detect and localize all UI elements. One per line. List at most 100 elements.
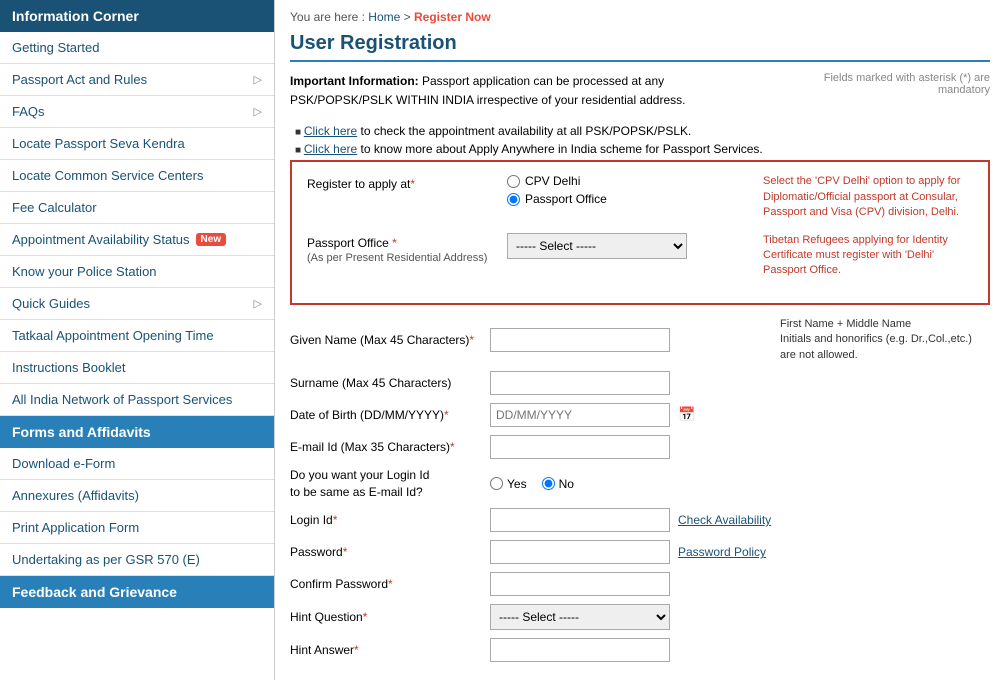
confirm-password-row: Confirm Password* — [290, 572, 990, 596]
sidebar-item-quick-guides[interactable]: Quick Guides ▷ — [0, 288, 274, 320]
info-link-2: Click here to know more about Apply Anyw… — [295, 142, 990, 156]
sidebar-item-label: Undertaking as per GSR 570 (E) — [12, 552, 200, 567]
sidebar-item-label: Quick Guides — [12, 296, 90, 311]
click-here-link-1[interactable]: Click here — [304, 124, 357, 138]
password-policy-link[interactable]: Password Policy — [678, 545, 766, 559]
breadcrumb-separator: > — [404, 10, 414, 24]
radio-yes-input[interactable] — [490, 477, 503, 490]
sidebar-item-getting-started[interactable]: Getting Started — [0, 32, 274, 64]
important-label: Important Information: — [290, 74, 419, 88]
sidebar-item-locate-seva-kendra[interactable]: Locate Passport Seva Kendra — [0, 128, 274, 160]
radio-cpv-delhi[interactable]: CPV Delhi — [507, 174, 607, 188]
dob-label: Date of Birth (DD/MM/YYYY)* — [290, 408, 490, 422]
breadcrumb: You are here : Home > Register Now — [290, 10, 990, 24]
sidebar-item-label: Know your Police Station — [12, 264, 157, 279]
confirm-password-label: Confirm Password* — [290, 577, 490, 591]
dob-input[interactable] — [490, 403, 670, 427]
given-name-label: Given Name (Max 45 Characters)* — [290, 333, 490, 347]
breadcrumb-home[interactable]: Home — [368, 10, 400, 24]
sidebar-item-label: Locate Common Service Centers — [12, 168, 203, 183]
radio-no-input[interactable] — [542, 477, 555, 490]
register-apply-hint: Select the 'CPV Delhi' option to apply f… — [753, 174, 973, 220]
password-row: Password* Password Policy — [290, 540, 990, 564]
sidebar-item-label: Getting Started — [12, 40, 99, 55]
register-radio-group: CPV Delhi Passport Office — [507, 174, 607, 206]
hint-answer-input[interactable] — [490, 638, 670, 662]
radio-passport-input[interactable] — [507, 193, 520, 206]
email-input[interactable] — [490, 435, 670, 459]
sidebar-item-label: Appointment Availability Status — [12, 232, 190, 247]
breadcrumb-you-are-here: You are here : — [290, 10, 368, 24]
email-label: E-mail Id (Max 35 Characters)* — [290, 440, 490, 454]
sidebar-item-undertaking[interactable]: Undertaking as per GSR 570 (E) — [0, 544, 274, 576]
login-same-email-label: Do you want your Login Idto be same as E… — [290, 467, 490, 501]
surname-input[interactable] — [490, 371, 670, 395]
sidebar-item-ainps[interactable]: All India Network of Passport Services — [0, 384, 274, 416]
password-input[interactable] — [490, 540, 670, 564]
sidebar-feedback-header: Feedback and Grievance — [0, 576, 274, 608]
hint-answer-input-area — [490, 638, 770, 662]
surname-row: Surname (Max 45 Characters) — [290, 371, 990, 395]
main-content: You are here : Home > Register Now User … — [275, 0, 1005, 680]
sidebar-item-download-eform[interactable]: Download e-Form — [0, 448, 274, 480]
new-badge: New — [196, 233, 227, 246]
yes-no-radio-group: Yes No — [490, 477, 574, 491]
sidebar-item-appointment-status[interactable]: Appointment Availability Status New — [0, 224, 274, 256]
sidebar-item-fee-calculator[interactable]: Fee Calculator — [0, 192, 274, 224]
hint-answer-row: Hint Answer* — [290, 638, 990, 662]
sidebar-item-label: All India Network of Passport Services — [12, 392, 232, 407]
sidebar-item-label: FAQs — [12, 104, 45, 119]
password-input-area: Password Policy — [490, 540, 770, 564]
calendar-icon[interactable]: 📅 — [678, 406, 695, 423]
radio-yes[interactable]: Yes — [490, 477, 527, 491]
sidebar-item-label: Annexures (Affidavits) — [12, 488, 139, 503]
given-name-row: Given Name (Max 45 Characters)* First Na… — [290, 317, 990, 363]
sidebar-item-label: Download e-Form — [12, 456, 115, 471]
passport-office-section: Passport Office * (As per Present Reside… — [307, 233, 973, 279]
sidebar-item-tatkaal-time[interactable]: Tatkaal Appointment Opening Time — [0, 320, 274, 352]
sidebar-item-know-police-station[interactable]: Know your Police Station — [0, 256, 274, 288]
sidebar-item-label: Passport Act and Rules — [12, 72, 147, 87]
click-here-link-2[interactable]: Click here — [304, 142, 357, 156]
passport-office-hint: Tibetan Refugees applying for Identity C… — [753, 233, 973, 279]
sidebar: Information Corner Getting Started Passp… — [0, 0, 275, 680]
passport-office-select[interactable]: ----- Select ----- — [507, 233, 687, 259]
sidebar-item-annexures[interactable]: Annexures (Affidavits) — [0, 480, 274, 512]
confirm-password-input[interactable] — [490, 572, 670, 596]
register-apply-section: Register to apply at* CPV Delhi Passport… — [307, 174, 973, 220]
check-availability-link[interactable]: Check Availability — [678, 513, 771, 527]
given-name-hint: First Name + Middle NameInitials and hon… — [770, 317, 990, 363]
passport-office-label: Passport Office * (As per Present Reside… — [307, 233, 507, 264]
given-name-input-area — [490, 328, 770, 352]
given-name-input[interactable] — [490, 328, 670, 352]
mandatory-note: Fields marked with asterisk (*) are mand… — [770, 72, 990, 96]
surname-input-area — [490, 371, 770, 395]
register-apply-label: Register to apply at* — [307, 174, 507, 191]
hint-question-label: Hint Question* — [290, 610, 490, 624]
password-label: Password* — [290, 545, 490, 559]
radio-cpv-input[interactable] — [507, 175, 520, 188]
link1-desc: to check the appointment availability at… — [361, 124, 692, 138]
email-input-area — [490, 435, 770, 459]
sidebar-item-passport-act[interactable]: Passport Act and Rules ▷ — [0, 64, 274, 96]
login-same-email-controls: Yes No — [490, 477, 770, 491]
login-same-email-row: Do you want your Login Idto be same as E… — [290, 467, 990, 501]
sidebar-item-locate-service-centers[interactable]: Locate Common Service Centers — [0, 160, 274, 192]
radio-passport-office[interactable]: Passport Office — [507, 192, 607, 206]
sidebar-item-instructions-booklet[interactable]: Instructions Booklet — [0, 352, 274, 384]
hint-answer-label: Hint Answer* — [290, 643, 490, 657]
login-id-input[interactable] — [490, 508, 670, 532]
info-link-1: Click here to check the appointment avai… — [295, 124, 990, 138]
radio-no[interactable]: No — [542, 477, 574, 491]
page-title: User Registration — [290, 32, 990, 62]
sidebar-info-header: Information Corner — [0, 0, 274, 32]
passport-office-controls: ----- Select ----- — [507, 233, 753, 259]
sidebar-item-print-application[interactable]: Print Application Form — [0, 512, 274, 544]
sidebar-item-label: Print Application Form — [12, 520, 139, 535]
hint-question-select[interactable]: ----- Select ----- — [490, 604, 670, 630]
sidebar-item-faqs[interactable]: FAQs ▷ — [0, 96, 274, 128]
confirm-password-input-area — [490, 572, 770, 596]
sidebar-item-label: Fee Calculator — [12, 200, 97, 215]
dob-row: Date of Birth (DD/MM/YYYY)* 📅 — [290, 403, 990, 427]
login-id-input-area: Check Availability — [490, 508, 771, 532]
